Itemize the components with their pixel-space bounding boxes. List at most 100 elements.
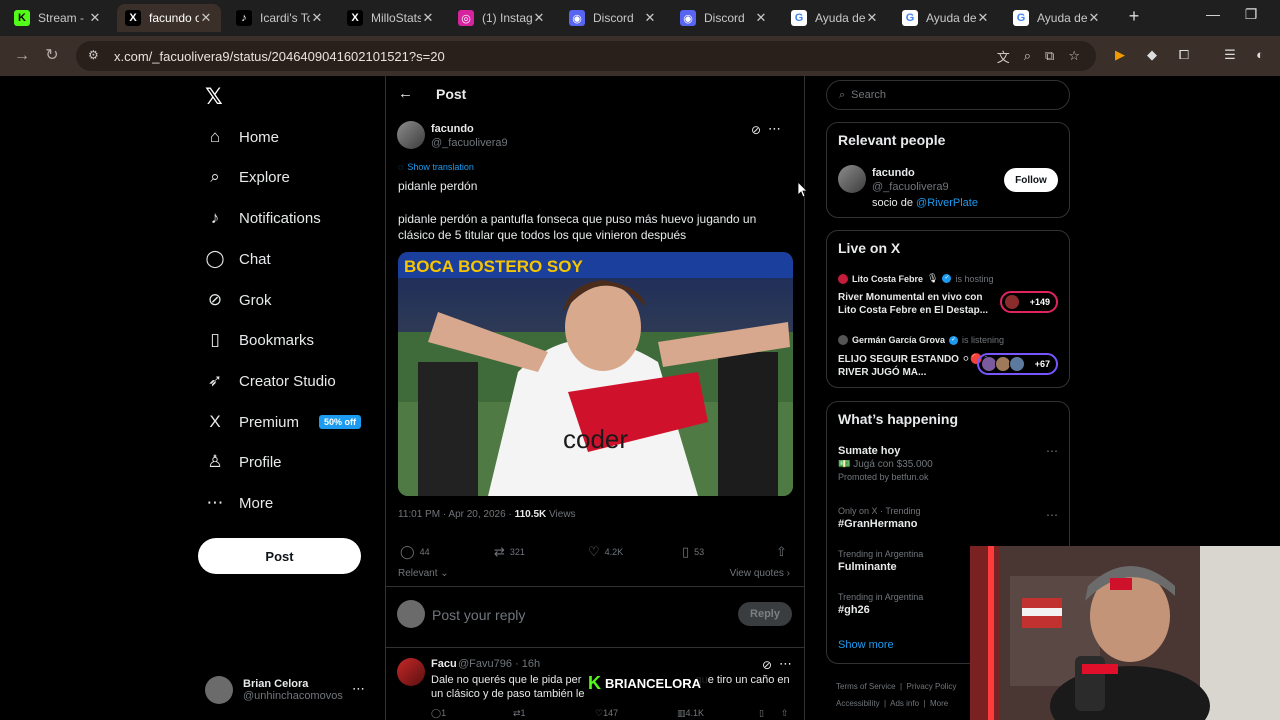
- close-icon[interactable]: ✕: [199, 10, 213, 26]
- new-tab-icon[interactable]: +: [1124, 6, 1144, 30]
- reply-repost-action[interactable]: ⇄ 1: [513, 708, 526, 719]
- live-host-row[interactable]: Germán García Grova ✓ is listening: [838, 335, 1004, 345]
- live-listeners-pill[interactable]: +149: [999, 291, 1058, 313]
- view-quotes-link[interactable]: View quotes ›: [730, 568, 790, 579]
- footer-link[interactable]: Ads info: [890, 699, 919, 708]
- relevant-person-handle[interactable]: @_facuolivera9: [872, 181, 949, 193]
- reading-list-icon[interactable]: ☰: [1220, 45, 1240, 65]
- post-button[interactable]: Post: [198, 538, 361, 574]
- post-time[interactable]: 11:01 PM · Apr 20, 2026 ·: [398, 509, 515, 520]
- nav-item-profile[interactable]: ♙ Profile: [205, 447, 281, 477]
- play-extension-icon[interactable]: ▶: [1110, 45, 1130, 65]
- more-icon[interactable]: ⋯: [352, 681, 365, 697]
- close-icon[interactable]: ✕: [310, 10, 324, 26]
- x-logo-icon[interactable]: 𝕏: [205, 84, 223, 110]
- address-bar[interactable]: ⚙ x.com/_facuolivera9/status/20464090416…: [76, 41, 1096, 71]
- close-icon[interactable]: ✕: [643, 10, 657, 26]
- more-icon[interactable]: ⋯: [779, 656, 792, 672]
- browser-tab[interactable]: G Ayuda de ✕: [1005, 4, 1109, 32]
- more-icon[interactable]: ⋯: [1046, 508, 1058, 522]
- profile-icon[interactable]: ◐: [1250, 45, 1270, 65]
- browser-tab[interactable]: G Ayuda de ✕: [894, 4, 998, 32]
- close-icon[interactable]: ✕: [1087, 10, 1101, 26]
- browser-tab[interactable]: X MilloStats ✕: [339, 4, 443, 32]
- browser-tab[interactable]: ◎ (1) Instagr ✕: [450, 4, 554, 32]
- reply-button[interactable]: Reply: [738, 602, 792, 626]
- browser-tab[interactable]: Xfacundo on✕: [117, 4, 221, 32]
- reply-action[interactable]: ◯ 44: [400, 544, 430, 560]
- site-info-icon[interactable]: ⚙: [88, 48, 104, 64]
- reply-bookmark-icon[interactable]: ▯: [759, 708, 764, 719]
- extension-icon[interactable]: ◆: [1142, 45, 1162, 65]
- zoom-icon[interactable]: ⌕: [1024, 48, 1031, 64]
- browser-tab[interactable]: K Stream - K✕: [6, 4, 110, 32]
- browser-tab[interactable]: ◉ Discord ✕: [672, 4, 776, 32]
- browser-tab[interactable]: ♪ Icardi's Top✕: [228, 4, 332, 32]
- more-icon[interactable]: ⋯: [768, 121, 781, 137]
- footer-link[interactable]: Accessibility: [836, 699, 880, 708]
- nav-item-premium[interactable]: X Premium 50% off: [205, 407, 362, 437]
- author-handle[interactable]: @_facuolivera9: [431, 137, 508, 149]
- avatar[interactable]: [397, 121, 425, 149]
- trend-item[interactable]: Only on X · Trending #GranHermano: [838, 506, 1058, 530]
- show-more-link[interactable]: Show more: [838, 639, 894, 651]
- reply-share-icon[interactable]: ⇧: [781, 708, 789, 719]
- back-icon[interactable]: →: [10, 44, 34, 68]
- repost-action[interactable]: ⇄ 321: [494, 544, 525, 560]
- install-icon[interactable]: ⧉: [1045, 48, 1054, 64]
- close-icon[interactable]: ✕: [421, 10, 435, 26]
- sort-replies-dropdown[interactable]: Relevant ⌄: [398, 568, 449, 579]
- author-name[interactable]: facundo: [431, 123, 474, 135]
- close-icon[interactable]: ✕: [532, 10, 546, 26]
- show-translation-link[interactable]: ◌ Show translation: [398, 162, 474, 172]
- nav-item-bookmarks[interactable]: ▯ Bookmarks: [205, 325, 314, 355]
- reply-author-handle[interactable]: @Favu796 · 16h: [458, 658, 540, 670]
- nav-item-chat[interactable]: ◯ Chat: [205, 244, 270, 274]
- reply-author-name[interactable]: Facu: [431, 658, 457, 670]
- extensions-puzzle-icon[interactable]: ⧠: [1174, 45, 1194, 65]
- close-icon[interactable]: ✕: [865, 10, 879, 26]
- bookmark-action[interactable]: ▯ 53: [682, 544, 704, 560]
- live-space-title[interactable]: ELIJO SEGUIR ESTANDO ⚪🔴⚪ RIVER JUGÓ MA..…: [838, 353, 998, 379]
- grok-icon[interactable]: ⊘: [751, 123, 761, 137]
- nav-item-creator-studio[interactable]: ➶ Creator Studio: [205, 366, 336, 396]
- close-icon[interactable]: ✕: [976, 10, 990, 26]
- live-host-row[interactable]: Lito Costa Febre 🎙 ✓ is hosting: [838, 273, 993, 284]
- minimize-icon[interactable]: —: [1198, 6, 1228, 22]
- reply-reply-action[interactable]: ◯ 1: [431, 708, 446, 719]
- grok-icon[interactable]: ⊘: [762, 658, 772, 672]
- bio-link[interactable]: @RiverPlate: [916, 197, 978, 209]
- translate-icon[interactable]: 文: [997, 47, 1010, 66]
- nav-item-grok[interactable]: ⊘ Grok: [205, 285, 272, 315]
- footer-link[interactable]: Privacy Policy: [907, 682, 957, 691]
- relevant-person-name[interactable]: facundo: [872, 167, 915, 179]
- nav-item-more[interactable]: ⋯ More: [205, 488, 274, 518]
- trend-item[interactable]: Sumate hoy 💵 Jugá con $35.000 Promoted b…: [838, 445, 1058, 482]
- reply-input[interactable]: Post your reply: [432, 607, 525, 623]
- like-action[interactable]: ♡ 4.2K: [588, 544, 623, 560]
- share-action[interactable]: ⇧: [776, 544, 787, 560]
- account-switcher[interactable]: Brian Celora @unhinchacomovos ⋯: [205, 673, 375, 707]
- close-icon[interactable]: ✕: [88, 10, 102, 26]
- footer-link[interactable]: Terms of Service: [836, 682, 896, 691]
- reply-like-action[interactable]: ♡ 147: [595, 708, 618, 719]
- more-icon[interactable]: ⋯: [1046, 444, 1058, 458]
- avatar[interactable]: [838, 165, 866, 193]
- search-input[interactable]: ⌕ Search: [826, 80, 1070, 110]
- live-listeners-pill[interactable]: +67: [976, 353, 1058, 375]
- nav-item-notifications[interactable]: ♪ Notifications: [205, 203, 321, 233]
- footer-link[interactable]: More: [930, 699, 948, 708]
- nav-item-explore[interactable]: ⌕ Explore: [205, 162, 290, 192]
- close-icon[interactable]: ✕: [754, 10, 768, 26]
- browser-tab[interactable]: G Ayuda de ✕: [783, 4, 887, 32]
- reply-views-action[interactable]: ▥ 4.1K: [677, 708, 704, 719]
- follow-button[interactable]: Follow: [1004, 168, 1058, 192]
- post-photo[interactable]: coder BOCA BOSTERO SOY: [398, 252, 793, 496]
- restore-icon[interactable]: ❐: [1236, 6, 1266, 23]
- reload-icon[interactable]: ↻: [40, 44, 64, 68]
- back-arrow-icon[interactable]: ←: [398, 85, 413, 102]
- url-text[interactable]: x.com/_facuolivera9/status/2046409041602…: [114, 49, 445, 64]
- live-space-title[interactable]: River Monumental en vivo con Lito Costa …: [838, 291, 998, 317]
- avatar[interactable]: [397, 658, 425, 686]
- browser-tab[interactable]: ◉ Discord ✕: [561, 4, 665, 32]
